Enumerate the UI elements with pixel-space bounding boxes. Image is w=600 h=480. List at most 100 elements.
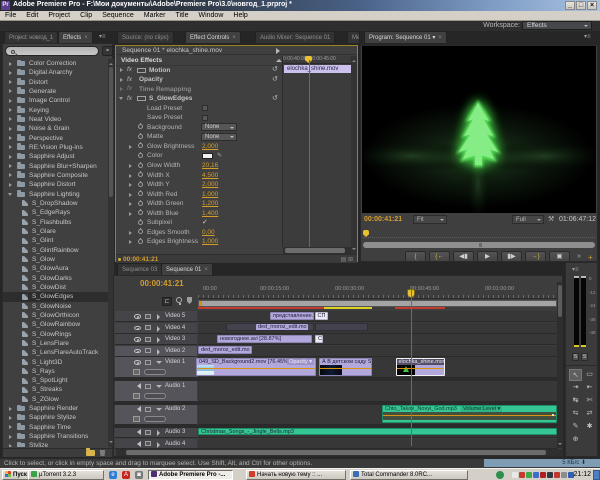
menu-marker[interactable]: Marker [139, 11, 171, 21]
step-back-button[interactable]: ◀▮ [453, 251, 474, 262]
param-checkbox[interactable]: ✓ [202, 218, 208, 226]
twisty-icon[interactable] [9, 425, 12, 429]
tree-row[interactable]: Image Control [3, 96, 108, 105]
stopwatch-icon[interactable] [138, 191, 143, 196]
twisty-icon[interactable] [120, 78, 123, 82]
tree-row[interactable]: S_GlowNoise [3, 302, 108, 311]
panel-menu-icon[interactable]: ▾≡ [99, 34, 111, 41]
effect-row-width-blue[interactable]: Width Blue1,400 [116, 209, 282, 219]
stopwatch-icon[interactable] [138, 153, 143, 158]
stopwatch-icon[interactable] [138, 220, 143, 225]
twisty-icon[interactable] [129, 183, 132, 187]
track-select-tool[interactable]: ▭ [583, 369, 596, 381]
clip-ded-moroz-edit-mo[interactable]: ded_moroz_edit.mo [226, 323, 314, 331]
lock-icon[interactable] [145, 325, 151, 330]
eye-icon[interactable] [134, 326, 141, 331]
pen-tool[interactable]: ✎ [569, 421, 582, 433]
tree-row[interactable]: Perspective [3, 134, 108, 143]
tree-row[interactable]: Sapphire Lighting [3, 190, 108, 199]
twisty-icon[interactable] [129, 164, 132, 168]
twisty-icon[interactable] [9, 71, 12, 75]
tree-row[interactable]: Sapphire Adjust [3, 152, 108, 161]
tree-row[interactable]: Sapphire Render [3, 404, 108, 413]
effect-row-edges-smooth[interactable]: Edges Smooth0,00 [116, 228, 282, 238]
timeline-ruler[interactable]: 00:0000:00:15:0000:00:30:0000:00:45:0000… [198, 282, 557, 299]
param-value[interactable]: 2,000 [202, 143, 218, 150]
step-forward-button[interactable]: ▮▶ [501, 251, 522, 262]
twisty-icon[interactable] [9, 416, 12, 420]
keyframe-dot[interactable] [552, 414, 554, 416]
param-dropdown[interactable]: None [201, 123, 237, 131]
binoculars-icon[interactable]: ⚭ [102, 46, 113, 56]
reset-icon[interactable]: ↺ [272, 95, 279, 102]
lock-icon[interactable] [145, 407, 151, 412]
track-header[interactable]: Video 1 [115, 357, 197, 378]
stopwatch-icon[interactable] [138, 124, 143, 129]
tab-audio-mixer[interactable]: Audio Mixer: Sequence 01 [255, 31, 335, 43]
program-video-frame[interactable] [362, 46, 596, 213]
clip-сп[interactable]: СП [315, 335, 323, 343]
clip-opacity-dropdown[interactable]: Opacity ▾ [287, 359, 314, 365]
close-icon[interactable]: × [232, 35, 236, 41]
effect-row-glow-brightness[interactable]: Glow Brightness2,000 [116, 142, 282, 152]
search-input[interactable] [5, 46, 99, 56]
speaker-icon[interactable] [134, 441, 141, 447]
tree-row[interactable]: Sapphire Transitions [3, 432, 108, 441]
collapse-icon[interactable] [156, 361, 162, 367]
tray-icon[interactable] [547, 472, 553, 478]
scrollbar-thumb[interactable] [285, 248, 345, 253]
tree-row[interactable]: Sapphire Composite [3, 171, 108, 180]
twisty-icon[interactable] [9, 117, 12, 121]
tree-row[interactable]: S_GlintRainbow [3, 246, 108, 255]
eye-icon[interactable] [134, 349, 141, 354]
eye-icon[interactable] [134, 360, 141, 365]
twisty-icon[interactable] [129, 193, 132, 197]
panel-menu-icon[interactable]: ▾≡ [584, 34, 596, 41]
tree-row[interactable]: Keying [3, 106, 108, 115]
param-value[interactable]: 1,000 [202, 238, 218, 245]
hand-tool[interactable]: ✱ [583, 421, 596, 433]
reset-icon[interactable]: ↺ [272, 66, 279, 73]
tree-row[interactable]: Color Correction [3, 59, 108, 68]
clip-сп[interactable]: СП [315, 312, 328, 320]
tab-meta[interactable]: Meta [347, 31, 360, 43]
eyedropper-icon[interactable]: ✎ [217, 152, 224, 158]
twisty-icon[interactable] [120, 87, 123, 91]
clip-elochka-shine-mov[interactable]: elochka_shine.mov [396, 358, 445, 376]
tree-row[interactable]: S_GlowDist [3, 283, 108, 292]
tray-icon[interactable] [533, 472, 539, 478]
speaker-icon[interactable] [134, 429, 141, 435]
eye-icon[interactable] [134, 314, 141, 319]
menu-title[interactable]: Title [171, 11, 194, 21]
twisty-icon[interactable] [9, 80, 12, 84]
tree-row[interactable]: S_Rays [3, 367, 108, 376]
collapse-icon[interactable] [156, 385, 162, 391]
track-content[interactable]: представление.СП [198, 311, 557, 322]
play-button[interactable]: ▶ [477, 251, 498, 262]
tree-row[interactable]: S_Glint [3, 236, 108, 245]
globe-icon[interactable] [496, 471, 504, 479]
param-value[interactable]: 0,00 [202, 229, 215, 236]
ripple-edit-tool[interactable]: ⇥ [569, 382, 582, 394]
eye-icon[interactable] [134, 337, 141, 342]
twisty-icon[interactable] [129, 174, 132, 178]
scroll-up-icon[interactable] [352, 58, 356, 62]
tab-sequence-01[interactable]: Sequence 01× [161, 263, 213, 275]
twisty-icon[interactable] [9, 183, 12, 187]
clip-chto-takoe-novyi-god-mp3[interactable]: Chto_Takoe_Novyi_God.mp3Volume:Level ▾ [382, 405, 557, 423]
scrollbar-thumb[interactable] [126, 450, 546, 455]
menu-help[interactable]: Help [228, 11, 252, 21]
tab-sequence-03[interactable]: Sequence 03 [117, 263, 162, 275]
lock-icon[interactable] [145, 314, 151, 319]
scroll-down-icon[interactable] [109, 441, 113, 445]
param-value[interactable]: 20,16 [202, 162, 218, 169]
go-to-out-button[interactable]: →} [525, 251, 546, 262]
display-style-icon[interactable] [133, 369, 140, 375]
start-button[interactable]: Пуск [2, 470, 29, 480]
more-buttons-icon[interactable]: » [577, 253, 581, 260]
playhead-marker-icon[interactable] [363, 230, 369, 237]
solo-right-button[interactable]: S [581, 353, 588, 361]
effect-row-time-remapping[interactable]: fxTime Remapping [116, 85, 282, 95]
track-header[interactable]: Video 5 [115, 311, 197, 322]
lock-icon[interactable] [145, 384, 151, 389]
